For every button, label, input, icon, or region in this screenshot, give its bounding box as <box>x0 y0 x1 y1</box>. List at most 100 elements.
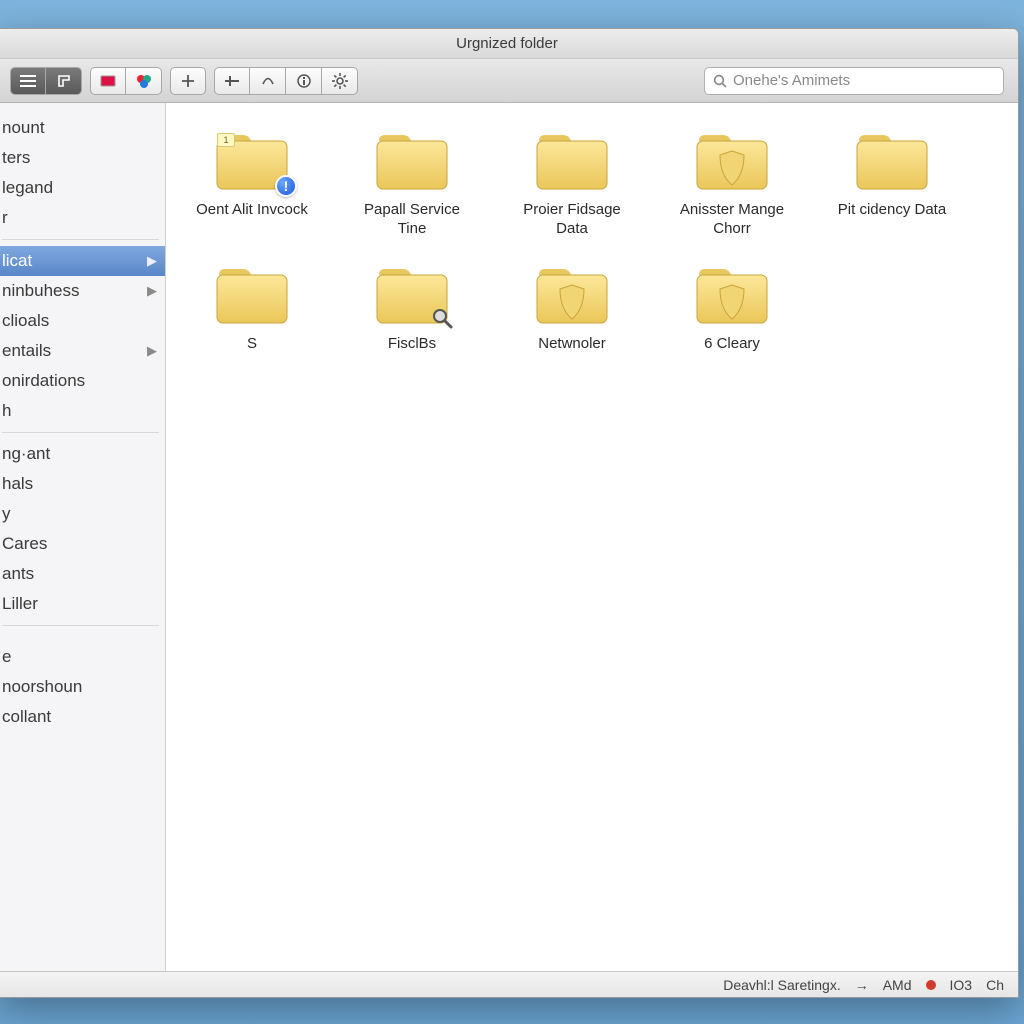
sidebar-item-label: clioals <box>2 311 49 331</box>
sidebar-item-label: licat <box>2 251 32 271</box>
sidebar-item-label: ters <box>2 148 30 168</box>
sidebar-item-label: ng·ant <box>2 444 50 464</box>
folder-item[interactable]: 6 Cleary <box>668 265 796 354</box>
sidebar-item[interactable] <box>0 632 165 642</box>
folder-item[interactable]: S <box>188 265 316 354</box>
sidebar-item[interactable]: ants <box>0 559 165 589</box>
path-view-button[interactable] <box>46 67 82 95</box>
sidebar-item[interactable]: h <box>0 396 165 426</box>
connect-icon <box>260 75 276 87</box>
folder-item[interactable]: Anisster Mange Chorr <box>668 131 796 239</box>
sidebar-item-label: Liller <box>2 594 38 614</box>
sidebar-item[interactable]: licat ▶ <box>0 246 165 276</box>
folder-label: Proier Fidsage Data <box>508 201 636 239</box>
sidebar-item[interactable]: Cares <box>0 529 165 559</box>
sidebar: nount ters legand r licat ▶ ninbuhess▶ clioals e… <box>0 103 166 971</box>
folder-item[interactable]: FisclBs <box>348 265 476 354</box>
sidebar-item-label: nount <box>2 118 45 138</box>
folder-icon <box>373 265 451 327</box>
folder-icon <box>853 131 931 193</box>
sidebar-item-label: entails <box>2 341 51 361</box>
folder-label: Anisster Mange Chorr <box>668 201 796 239</box>
info-badge-icon: ! <box>275 175 297 197</box>
gear-icon <box>332 73 348 89</box>
chevron-right-icon: ▶ <box>147 253 157 269</box>
action-button-2[interactable] <box>250 67 286 95</box>
list-view-icon <box>20 75 36 87</box>
status-bar: Deavhl:l Saretingx. → AMd IO3 Ch <box>0 971 1018 997</box>
folder-icon <box>693 131 771 193</box>
sidebar-item[interactable]: y <box>0 499 165 529</box>
search-field[interactable] <box>704 67 1004 95</box>
sidebar-item-label: collant <box>2 707 51 727</box>
magnify-badge-icon <box>431 307 453 329</box>
tag-multi-icon <box>136 74 152 88</box>
status-dot-icon <box>926 980 936 990</box>
window-title: Urgnized folder <box>456 35 558 52</box>
finder-window: Urgnized folder <box>0 28 1019 998</box>
titlebar: Urgnized folder <box>0 29 1018 59</box>
sidebar-item[interactable]: nount <box>0 113 165 143</box>
sidebar-item[interactable]: hals <box>0 469 165 499</box>
folder-icon: 1! <box>213 131 291 193</box>
status-text-3: IO3 <box>950 977 973 993</box>
sidebar-item-label: ants <box>2 564 34 584</box>
view-mode-group <box>10 67 82 95</box>
folder-icon <box>373 131 451 193</box>
folder-item[interactable]: Pit cidency Data <box>828 131 956 239</box>
tag-multi-button[interactable] <box>126 67 162 95</box>
sidebar-item[interactable]: Liller <box>0 589 165 619</box>
add-icon <box>181 74 195 88</box>
gear-button[interactable] <box>322 67 358 95</box>
folder-label: 6 Cleary <box>704 335 760 354</box>
search-icon <box>713 74 727 88</box>
window-body: nount ters legand r licat ▶ ninbuhess▶ clioals e… <box>0 103 1018 971</box>
sidebar-item[interactable]: ters <box>0 143 165 173</box>
info-icon <box>297 74 311 88</box>
folder-icon <box>533 131 611 193</box>
folder-label: Papall Service Tine <box>348 201 476 239</box>
folder-item[interactable]: Papall Service Tine <box>348 131 476 239</box>
sidebar-item[interactable]: onirdations <box>0 366 165 396</box>
sidebar-item-label: Cares <box>2 534 47 554</box>
sidebar-separator <box>2 239 159 240</box>
add-button[interactable] <box>170 67 206 95</box>
status-arrow-icon: → <box>855 977 869 993</box>
folder-icon <box>533 265 611 327</box>
folder-label: Oent Alit Invcock <box>196 201 308 220</box>
sidebar-item-label: legand <box>2 178 53 198</box>
content-area[interactable]: 1!Oent Alit Invcock Papall Service Tine … <box>166 103 1018 971</box>
sidebar-item[interactable]: r <box>0 203 165 233</box>
folder-icon <box>213 265 291 327</box>
sidebar-item-label: y <box>2 504 11 524</box>
sidebar-item-label: hals <box>2 474 33 494</box>
list-view-button[interactable] <box>10 67 46 95</box>
sidebar-item[interactable]: legand <box>0 173 165 203</box>
info-button[interactable] <box>286 67 322 95</box>
sidebar-item[interactable]: ng·ant <box>0 439 165 469</box>
folder-item[interactable]: 1! Oent Alit Invcock <box>188 131 316 239</box>
action-group <box>214 67 358 95</box>
sidebar-item-label: r <box>2 208 8 228</box>
sidebar-item[interactable]: entails▶ <box>0 336 165 366</box>
folder-icon <box>693 265 771 327</box>
search-input[interactable] <box>733 72 995 89</box>
action-button-1[interactable] <box>214 67 250 95</box>
folder-item[interactable]: Netwnoler <box>508 265 636 354</box>
folder-label: Netwnoler <box>538 335 606 354</box>
sidebar-item[interactable]: collant <box>0 702 165 732</box>
sidebar-item[interactable]: clioals <box>0 306 165 336</box>
sidebar-separator <box>2 432 159 433</box>
status-text-4: Ch <box>986 977 1004 993</box>
sidebar-item[interactable]: noorshoun <box>0 672 165 702</box>
folder-label: Pit cidency Data <box>838 201 946 220</box>
folder-label: S <box>247 335 257 354</box>
sidebar-item[interactable]: e <box>0 642 165 672</box>
status-text-2: AMd <box>883 977 912 993</box>
sidebar-item-label: h <box>2 401 11 421</box>
toolbar <box>0 59 1018 103</box>
tag-red-button[interactable] <box>90 67 126 95</box>
folder-item[interactable]: Proier Fidsage Data <box>508 131 636 239</box>
sidebar-item[interactable]: ninbuhess▶ <box>0 276 165 306</box>
sidebar-item-label: ninbuhess <box>2 281 80 301</box>
